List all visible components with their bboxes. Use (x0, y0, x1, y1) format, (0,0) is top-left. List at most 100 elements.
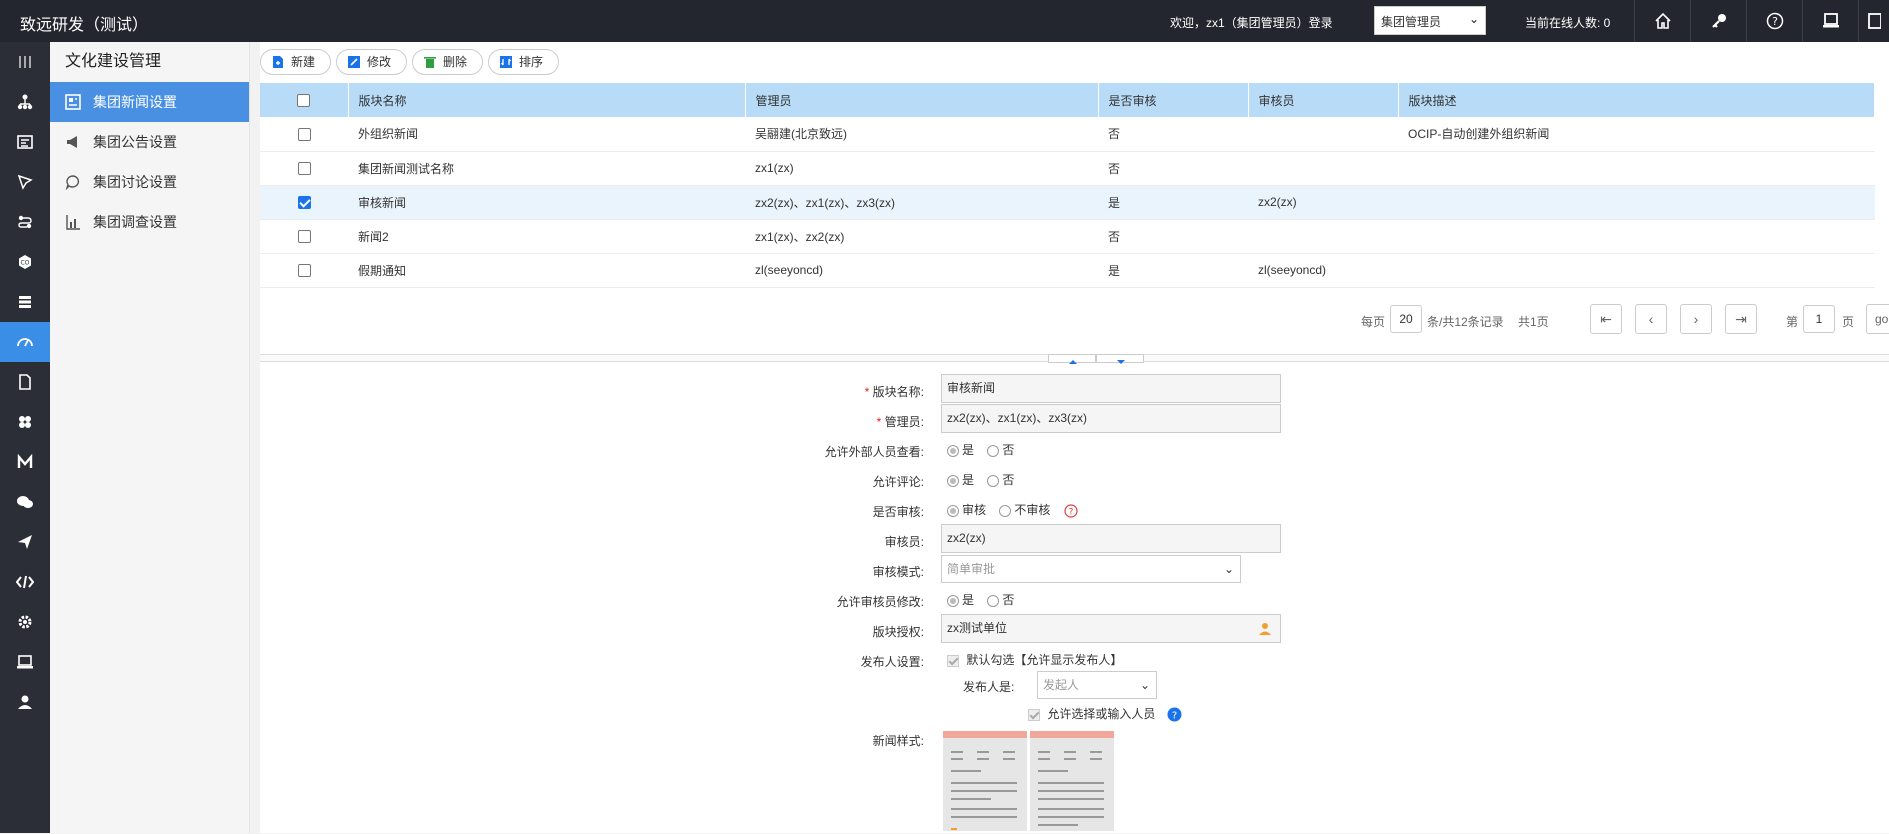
table-row[interactable]: 外组织新闻 吴翮建(北京致远) 否 OCIP-自动创建外组织新闻 (260, 117, 1875, 152)
auditor-edit-label: 允许审核员修改: (836, 595, 924, 609)
comment-yes-radio[interactable] (947, 474, 959, 487)
admin-field[interactable]: zx2(zx)、zx1(zx)、zx3(zx) (941, 404, 1281, 433)
column-header-audit[interactable]: 是否审核 (1098, 83, 1249, 117)
row-checkbox-cell[interactable] (260, 117, 348, 152)
row-checkbox[interactable] (297, 264, 311, 278)
nav-badge[interactable]: CO (0, 242, 50, 282)
auth-label: 版块授权: (872, 625, 924, 639)
edit-button[interactable]: 修改 (336, 49, 407, 75)
megaphone-icon (67, 136, 77, 148)
row-checkbox[interactable] (297, 230, 311, 244)
column-header-name[interactable]: 版块名称 (348, 83, 746, 117)
nav-culture[interactable] (0, 322, 50, 362)
nav-flow[interactable] (0, 162, 50, 202)
nav-apps[interactable] (0, 402, 50, 442)
style-label: 新闻样式: (872, 734, 924, 748)
table-row[interactable]: 集团新闻测试名称 zx1(zx) 否 (260, 151, 1875, 186)
page-input[interactable]: 1 (1803, 305, 1835, 333)
auditor-edit-radio-group: 是 否 (947, 591, 1024, 608)
auditor-edit-no-radio[interactable] (987, 594, 1000, 607)
record-count: 条/共12条记录 (1427, 315, 1504, 329)
logout-button[interactable] (1858, 0, 1889, 42)
collapse-down-button[interactable] (1096, 354, 1144, 364)
nav-route[interactable] (0, 202, 50, 242)
cell-audit: 是 (1098, 253, 1248, 288)
column-header-desc[interactable]: 版块描述 (1398, 83, 1875, 117)
first-page-button[interactable]: ⇤ (1590, 304, 1622, 334)
key-button[interactable] (1690, 0, 1746, 42)
chevron-down-icon: ⌄ (1468, 12, 1479, 26)
auth-field[interactable]: zx测试单位 (941, 614, 1281, 643)
nav-form[interactable] (0, 122, 50, 162)
submenu-item-news[interactable]: 集团新闻设置 (50, 82, 249, 122)
help-circle-icon: ? (1064, 504, 1078, 518)
cell-name: 审核新闻 (348, 185, 745, 220)
row-checkbox-cell[interactable] (260, 219, 348, 254)
row-checkbox-cell[interactable] (260, 151, 348, 186)
nav-code[interactable] (0, 562, 50, 602)
nav-document[interactable] (0, 362, 50, 402)
per-page-input[interactable]: 20 (1390, 305, 1422, 333)
row-checkbox-cell[interactable] (260, 253, 348, 288)
table-row-selected[interactable]: 审核新闻 zx2(zx)、zx1(zx)、zx3(zx) 是 zx2(zx) (260, 185, 1875, 220)
nav-mail[interactable] (0, 442, 50, 482)
row-checkbox-cell[interactable] (260, 185, 348, 220)
nav-org[interactable] (0, 82, 50, 122)
role-select[interactable]: 集团管理员 ⌄ (1374, 6, 1486, 35)
submenu-item-bulletin[interactable]: 集团公告设置 (50, 122, 249, 162)
split-divider[interactable] (260, 354, 1889, 364)
help-button[interactable]: ? (1746, 0, 1802, 42)
select-all-cell[interactable] (260, 83, 349, 117)
table-row[interactable]: 新闻2 zx1(zx)、zx2(zx) 否 (260, 219, 1875, 254)
nav-send[interactable] (0, 522, 50, 562)
delete-button-label: 删除 (443, 55, 468, 69)
column-header-auditor[interactable]: 审核员 (1248, 83, 1399, 117)
go-button[interactable]: go (1866, 304, 1889, 334)
auth-value: zx测试单位 (947, 621, 1008, 635)
publisher-default-checkbox[interactable] (947, 654, 959, 667)
collapse-up-button[interactable] (1048, 354, 1096, 364)
new-button[interactable]: 新建 (260, 49, 331, 75)
name-field[interactable]: 审核新闻 (941, 374, 1281, 403)
auditor-edit-yes-radio[interactable] (947, 594, 959, 607)
allow-select-checkbox[interactable] (1028, 708, 1040, 721)
submenu-title: 文化建设管理 (65, 53, 162, 70)
last-page-button[interactable]: ⇥ (1725, 304, 1757, 334)
home-button[interactable] (1634, 0, 1690, 42)
audit-no-radio[interactable] (999, 504, 1012, 517)
prev-page-button[interactable]: ‹ (1635, 304, 1667, 334)
auditor-edit-yes-label: 是 (962, 593, 975, 607)
news-style-thumbnail-2[interactable] (1030, 731, 1114, 831)
auditor-field[interactable]: zx2(zx) (941, 524, 1281, 553)
audit-yes-radio[interactable] (947, 504, 959, 517)
nav-database[interactable] (0, 282, 50, 322)
monitor-button[interactable] (1802, 0, 1858, 42)
sort-button[interactable]: 排序 (488, 49, 559, 75)
edit-icon (348, 56, 360, 68)
delete-button[interactable]: 删除 (412, 49, 483, 75)
total-pages: 共1页 (1518, 315, 1549, 329)
column-header-admin[interactable]: 管理员 (745, 83, 1099, 117)
comment-no-radio[interactable] (987, 474, 1000, 487)
select-all-checkbox[interactable] (297, 94, 311, 108)
nav-settings[interactable] (0, 602, 50, 642)
nav-menu-toggle[interactable] (0, 42, 50, 82)
audit-mode-select[interactable]: 简单审批 ⌄ (941, 555, 1241, 583)
submenu-item-survey[interactable]: 集团调查设置 (50, 202, 249, 242)
publisher-is-select[interactable]: 发起人 ⌄ (1037, 671, 1157, 699)
nav-user[interactable] (0, 682, 50, 722)
news-style-thumbnail-1[interactable] (943, 731, 1027, 831)
row-checkbox-checked[interactable] (297, 196, 311, 210)
submenu-item-discussion[interactable]: 集团讨论设置 (50, 162, 249, 202)
nav-chat[interactable] (0, 482, 50, 522)
table-row[interactable]: 假期通知 zl(seeyoncd) 是 zl(seeyoncd) (260, 253, 1875, 288)
external-no-radio[interactable] (987, 444, 1000, 457)
next-page-button[interactable]: › (1680, 304, 1712, 334)
row-checkbox[interactable] (297, 162, 311, 176)
external-yes-radio[interactable] (947, 444, 959, 457)
external-no-label: 否 (1002, 443, 1015, 457)
row-checkbox[interactable] (297, 127, 311, 141)
user-icon (18, 695, 32, 709)
nav-screen[interactable] (0, 642, 50, 682)
cell-name: 假期通知 (348, 253, 745, 288)
